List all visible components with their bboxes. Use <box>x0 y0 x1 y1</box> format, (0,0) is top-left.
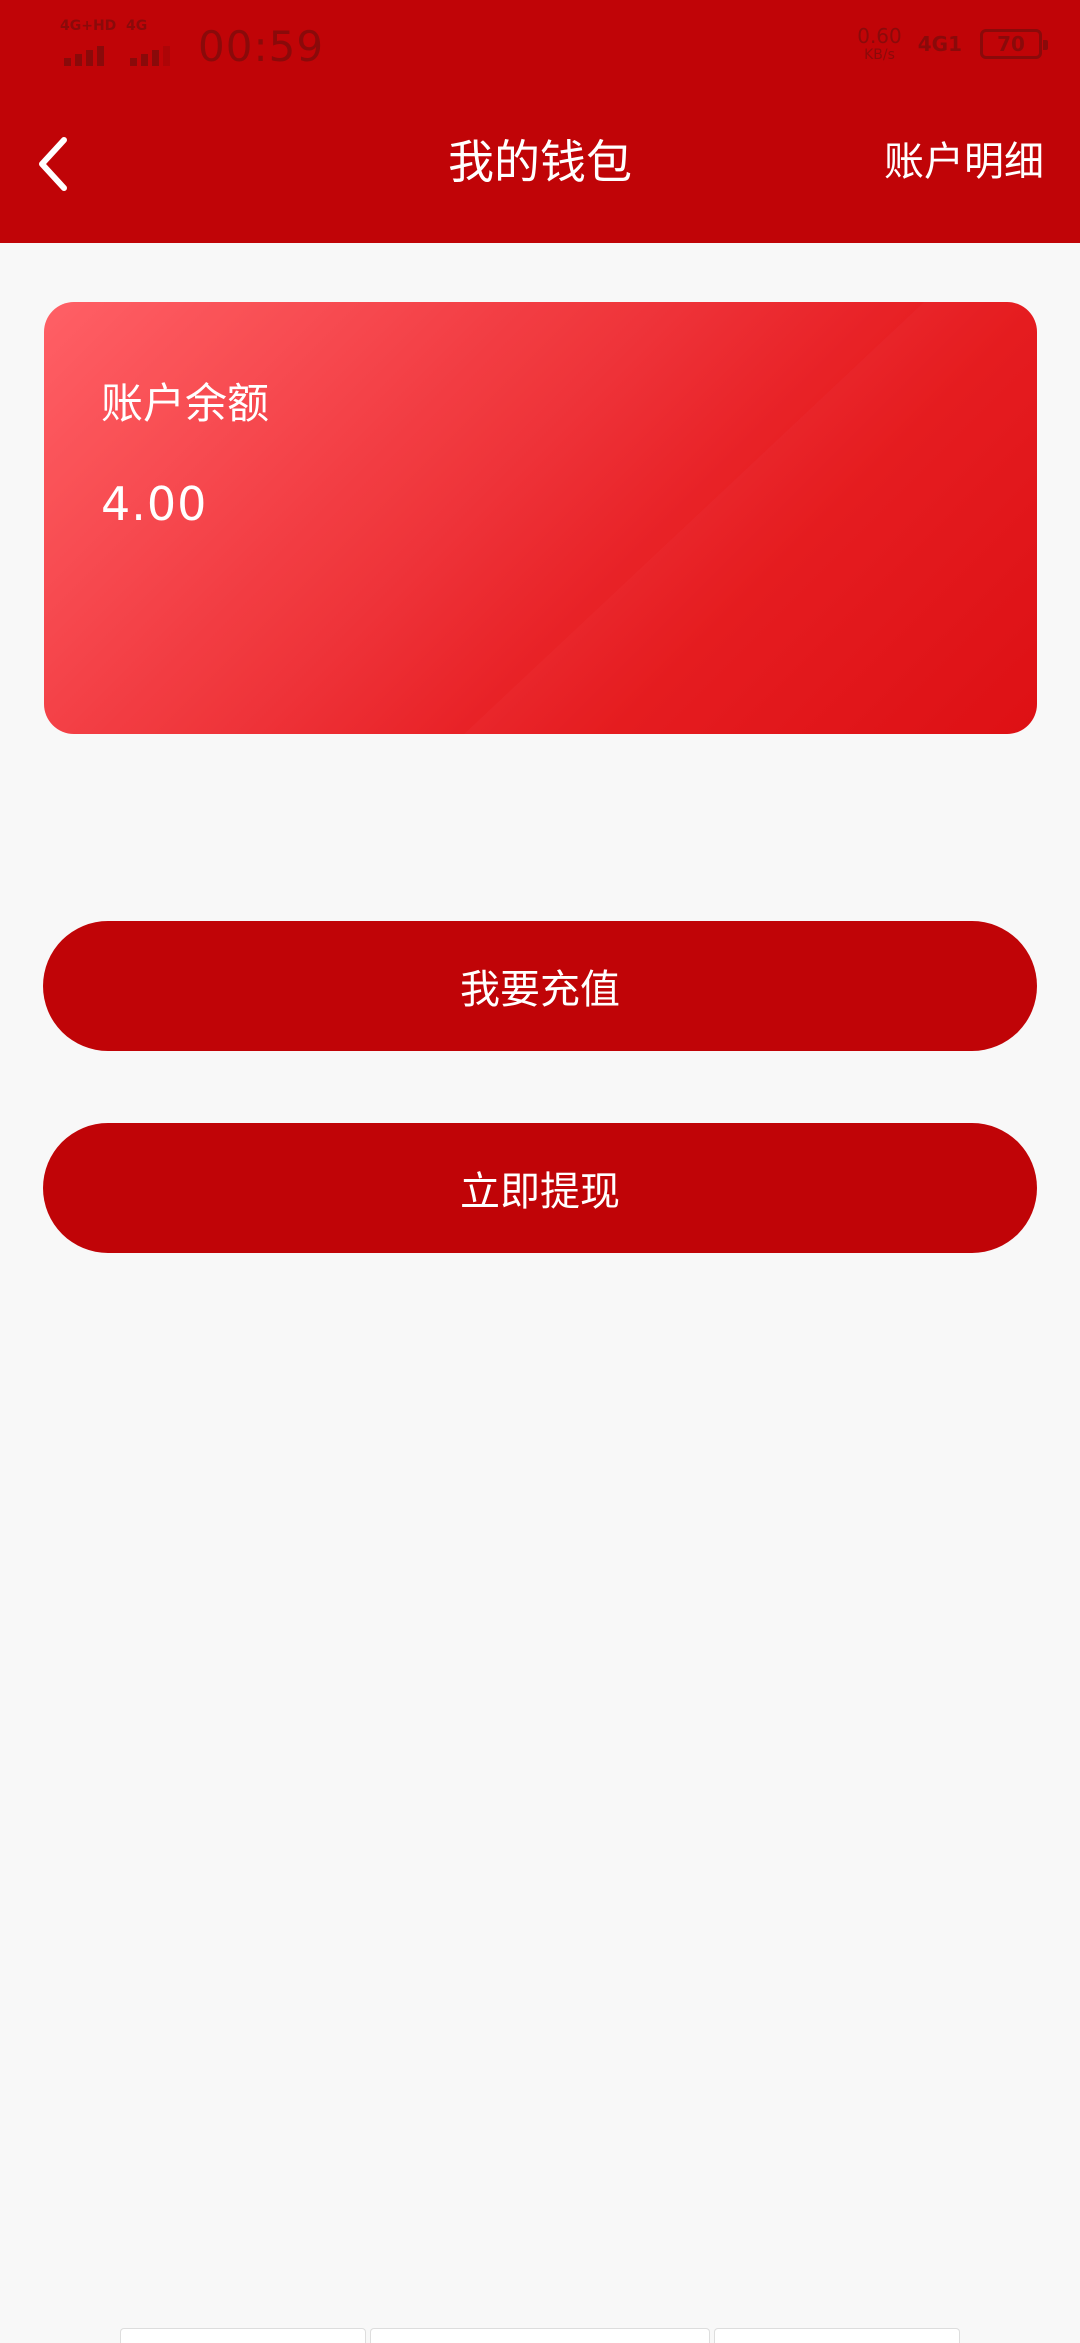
sim1-network-label: 4G+HD <box>60 18 117 34</box>
recharge-button[interactable]: 我要充值 <box>43 921 1037 1051</box>
balance-amount: 4.00 <box>101 477 208 531</box>
status-bar-right: 0.60 KB/s 4G1 70 <box>857 20 1048 68</box>
balance-card: 账户余额 4.00 <box>44 302 1037 734</box>
network-speed-value: 0.60 <box>857 24 902 48</box>
network-type-label: 4G1 <box>917 32 962 56</box>
sim2-signal-icon: 4G <box>124 18 180 70</box>
app-header: 4G+HD 4G 00:59 0.60 KB/s 4G1 70 我的钱包 账户明… <box>0 0 1080 243</box>
network-speed-unit: KB/s <box>864 47 895 63</box>
sim1-signal-icon: 4G+HD <box>58 18 117 70</box>
bottom-edge-fragment <box>120 2328 366 2343</box>
account-detail-link[interactable]: 账户明细 <box>884 134 1044 190</box>
bottom-edge-fragment <box>714 2328 960 2343</box>
battery-level: 70 <box>997 32 1025 56</box>
withdraw-button[interactable]: 立即提现 <box>43 1123 1037 1253</box>
balance-label: 账户余额 <box>101 379 270 428</box>
nav-bar: 我的钱包 账户明细 <box>0 88 1080 243</box>
status-time: 00:59 <box>198 22 325 71</box>
sim2-network-label: 4G <box>126 18 148 34</box>
network-speed: 0.60 KB/s <box>857 25 902 63</box>
status-bar-left: 4G+HD 4G 00:59 <box>58 18 324 70</box>
battery-icon: 70 <box>980 29 1048 59</box>
bottom-edge-fragment <box>370 2328 710 2343</box>
status-bar: 4G+HD 4G 00:59 0.60 KB/s 4G1 70 <box>0 0 1080 88</box>
